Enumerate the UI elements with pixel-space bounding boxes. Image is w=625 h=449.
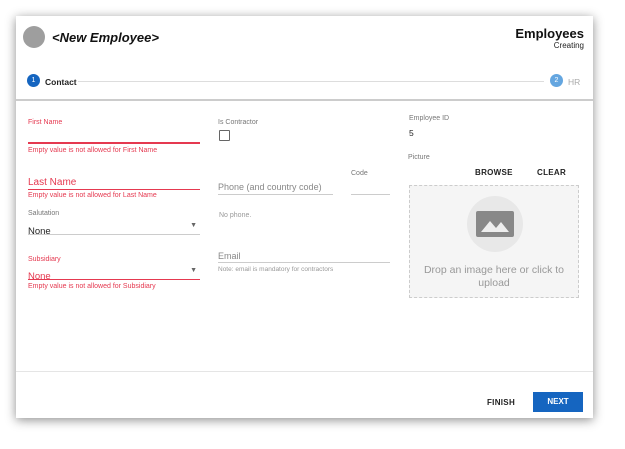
code-label: Code	[351, 170, 368, 177]
chevron-down-icon: ▼	[190, 267, 197, 274]
picture-label: Picture	[408, 154, 430, 161]
first-name-underline	[28, 142, 200, 144]
chevron-down-icon: ▼	[190, 222, 197, 229]
step-2-badge[interactable]: 2	[550, 74, 563, 87]
last-name-error: Empty value is not allowed for Last Name	[28, 192, 157, 199]
image-icon	[476, 211, 514, 237]
code-input[interactable]	[351, 180, 390, 194]
email-underline	[218, 262, 390, 263]
step-1-badge[interactable]: 1	[27, 74, 40, 87]
employee-id-value: 5	[409, 128, 414, 138]
email-hint: Note: email is mandatory for contractors	[218, 266, 334, 273]
page-title: <New Employee>	[52, 30, 159, 45]
first-name-label: First Name	[28, 119, 63, 126]
email-input[interactable]: Email	[218, 251, 241, 261]
first-name-input[interactable]	[28, 128, 200, 142]
footer-divider	[16, 371, 593, 372]
app-title: Employees	[515, 26, 584, 41]
phone-input[interactable]: Phone (and country code)	[218, 182, 322, 192]
salutation-value: None	[28, 226, 51, 237]
drop-zone-text: Drop an image here or click to upload	[423, 264, 565, 289]
is-contractor-label: Is Contractor	[218, 119, 259, 126]
subsidiary-select[interactable]: None ▼	[28, 266, 200, 282]
finish-button[interactable]: FINISH	[487, 398, 515, 407]
is-contractor-checkbox[interactable]	[219, 130, 230, 141]
salutation-underline	[28, 234, 200, 235]
employee-wizard-card: <New Employee> Employees Creating 1 Cont…	[16, 16, 593, 418]
stepper-line	[78, 81, 544, 82]
subsidiary-underline	[28, 279, 200, 280]
salutation-select[interactable]: None ▼	[28, 221, 200, 237]
subsidiary-value: None	[28, 271, 51, 282]
step-2-label[interactable]: HR	[568, 77, 580, 87]
image-drop-zone[interactable]: Drop an image here or click to upload	[409, 185, 579, 298]
employee-id-label: Employee ID	[409, 115, 450, 122]
code-underline	[351, 194, 390, 195]
subsidiary-error: Empty value is not allowed for Subsidiar…	[28, 283, 156, 290]
browse-button[interactable]: BROWSE	[475, 168, 513, 177]
status-text: Creating	[553, 41, 584, 50]
clear-button[interactable]: CLEAR	[537, 168, 566, 177]
last-name-input[interactable]: Last Name	[28, 177, 76, 188]
step-1-label[interactable]: Contact	[45, 77, 77, 87]
subsidiary-label: Subsidiary	[28, 256, 61, 263]
phone-hint: No phone.	[219, 212, 252, 219]
last-name-underline	[28, 189, 200, 190]
next-button[interactable]: NEXT	[533, 392, 583, 412]
salutation-label: Salutation	[28, 210, 60, 217]
avatar	[23, 26, 45, 48]
phone-underline	[218, 194, 333, 195]
image-placeholder-circle	[467, 196, 523, 252]
first-name-error: Empty value is not allowed for First Nam…	[28, 147, 158, 154]
header-divider	[16, 99, 593, 101]
